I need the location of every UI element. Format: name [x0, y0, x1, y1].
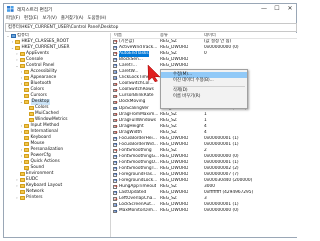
string-value-icon — [113, 39, 118, 45]
folder-icon — [24, 124, 29, 128]
binary-value-icon — [113, 45, 118, 51]
binary-value-icon — [113, 172, 118, 178]
string-value-icon — [113, 94, 118, 99]
registry-tree: ⌄ 컴퓨터 › HKEY_CLASSES_ROOT ⌄ HKEY_CURRENT_USER… — [5, 33, 111, 237]
folder-icon — [15, 46, 20, 50]
value-type: REG_DWORD — [160, 208, 189, 214]
values-list: 이름 종류 데이터 (기본값)REG_SZ(값 설정 안 됨)ActiveWnd… — [112, 33, 297, 237]
binary-value-icon — [113, 142, 118, 148]
folder-icon — [24, 70, 29, 74]
menu-favorites[interactable]: 즐겨찾기(A) — [59, 15, 86, 23]
binary-value-icon — [113, 106, 118, 111]
minimize-button[interactable]: — — [258, 4, 270, 14]
string-value-icon — [113, 51, 118, 57]
string-value-icon — [113, 118, 118, 123]
binary-value-icon — [113, 154, 118, 160]
binary-value-icon — [113, 209, 118, 214]
value-data: 0x00000000 (0) — [204, 208, 239, 214]
registry-editor-window: 레지스트리 편집기 — ☐ ✕ 파일(F) 편집(E) 보기(V) 즐겨찾기(A… — [3, 3, 297, 238]
collapsed-chevron-icon[interactable]: › — [15, 195, 19, 201]
context-menu-separator — [173, 85, 245, 87]
binary-value-icon — [113, 58, 118, 63]
folder-icon — [24, 82, 29, 86]
string-value-icon — [113, 88, 118, 93]
folder-icon — [19, 172, 25, 176]
string-value-icon — [113, 197, 118, 202]
folder-icon — [24, 160, 29, 164]
context-menu-modify-binary[interactable]: 이진 데이터 수정(B)... — [161, 78, 247, 84]
folder-icon — [15, 40, 20, 44]
binary-value-icon — [113, 178, 118, 184]
folder-icon — [28, 106, 34, 110]
computer-icon — [10, 34, 16, 38]
folder-icon — [24, 136, 29, 140]
column-header-data[interactable]: 데이터 — [204, 33, 216, 39]
folder-icon — [24, 166, 29, 170]
tree-item[interactable]: › Printers — [5, 195, 110, 201]
folder-icon — [19, 64, 25, 68]
folder-icon — [28, 118, 34, 122]
menu-edit[interactable]: 편집(E) — [22, 15, 40, 23]
menu-help[interactable]: 도움말(H) — [85, 15, 108, 23]
string-value-icon — [113, 112, 118, 117]
binary-value-icon — [113, 203, 118, 208]
folder-icon — [19, 58, 25, 62]
folder-icon — [24, 130, 29, 134]
window-title: 레지스트리 편집기 — [17, 7, 53, 13]
string-value-icon — [113, 124, 118, 129]
folder-icon — [24, 94, 29, 98]
title-bar[interactable]: 레지스트리 편집기 — ☐ ✕ — [4, 4, 296, 15]
folder-icon — [28, 112, 34, 116]
string-value-icon — [113, 82, 118, 87]
string-value-icon — [113, 185, 118, 190]
string-value-icon — [113, 148, 118, 154]
context-menu-rename[interactable]: 이름 바꾸기(R) — [161, 94, 247, 100]
binary-value-icon — [113, 70, 118, 75]
binary-value-icon — [113, 160, 118, 166]
column-header-name[interactable]: 이름 — [114, 33, 122, 39]
binary-value-icon — [113, 136, 118, 142]
folder-icon — [19, 52, 25, 56]
tree-item-label: Printers — [26, 195, 43, 200]
address-bar[interactable]: 컴퓨터\HKEY_CURRENT_USER\Control Panel\Desk… — [5, 23, 297, 32]
binary-value-icon — [113, 76, 118, 81]
close-button[interactable]: ✕ — [284, 4, 296, 14]
folder-icon — [24, 100, 29, 104]
folder-icon — [24, 76, 29, 80]
menu-bar: 파일(F) 편집(E) 보기(V) 즐겨찾기(A) 도움말(H) — [4, 15, 296, 23]
folder-icon — [19, 196, 25, 200]
folder-icon — [24, 142, 29, 146]
maximize-button[interactable]: ☐ — [271, 4, 283, 14]
folder-icon — [24, 154, 29, 158]
binary-value-icon — [113, 64, 118, 69]
column-header-type[interactable]: 종류 — [160, 33, 168, 39]
folder-icon — [19, 184, 25, 188]
folder-icon — [24, 88, 29, 92]
binary-value-icon — [113, 166, 118, 172]
value-name: MaxMonitorDim... — [119, 208, 158, 214]
value-row[interactable]: MaxMonitorDim...REG_DWORD 0x00000000 (0) — [112, 208, 297, 214]
binary-value-icon — [113, 191, 118, 196]
menu-file[interactable]: 파일(F) — [4, 15, 22, 23]
folder-icon — [19, 178, 25, 182]
registry-editor-icon — [7, 6, 14, 12]
folder-icon — [19, 190, 25, 194]
folder-icon — [24, 148, 29, 152]
string-value-icon — [113, 100, 118, 105]
menu-view[interactable]: 보기(V) — [40, 15, 59, 23]
context-menu: 수정(M)... 이진 데이터 수정(B)... 삭제(D) 이름 바꾸기(R) — [160, 69, 248, 109]
string-value-icon — [113, 130, 118, 135]
